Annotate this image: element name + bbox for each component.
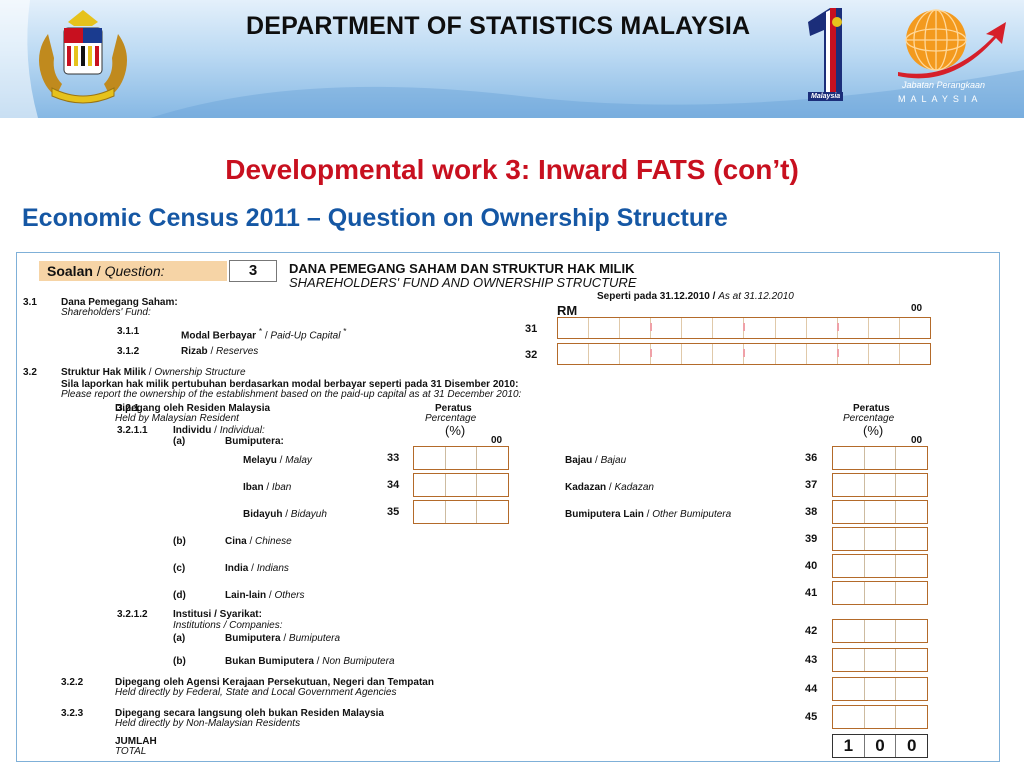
item-3-2-3-number: 3.2.3 (61, 708, 84, 719)
coat-of-arms-icon (39, 10, 127, 104)
code-36: 36 (805, 452, 818, 464)
question-label: Question: (104, 263, 165, 279)
soalan-label: Soalan (47, 263, 93, 279)
government-pct-input[interactable] (832, 677, 928, 701)
code-45: 45 (805, 711, 818, 723)
pct-decimal-left: 00 (491, 435, 503, 446)
iban-label: Iban / Iban (243, 482, 292, 493)
item-3-2-1-2-number: 3.2.1.2 (117, 609, 148, 620)
bajau-pct-input[interactable] (832, 446, 928, 470)
other-bumiputera-pct-input[interactable] (832, 500, 928, 524)
chinese-pct-input[interactable] (832, 527, 928, 551)
option-a-marker: (a) (173, 436, 186, 447)
pct-sign-right: (%) (863, 423, 884, 438)
rm-cents-label: 00 (911, 303, 923, 314)
item-3-2-1-1-number: 3.2.1.1 (117, 425, 148, 436)
code-40: 40 (805, 560, 818, 572)
pct-decimal-right: 00 (911, 435, 923, 446)
code-38: 38 (805, 506, 818, 518)
iban-pct-input[interactable] (413, 473, 509, 497)
others-label: Lain-lain / Others (225, 590, 305, 601)
item-3-2-label: Struktur Hak Milik / Ownership Structure (61, 367, 246, 378)
kadazan-label: Kadazan / Kadazan (565, 482, 654, 493)
instruction-en: Please report the ownership of the estab… (61, 389, 522, 400)
item-3-1-1-label: Modal Berbayar * / Paid-Up Capital * (181, 326, 347, 342)
item-3-2-1-label-en: Held by Malaysian Resident (115, 413, 239, 424)
code-41: 41 (805, 587, 818, 599)
melayu-label: Melayu / Malay (243, 455, 312, 466)
non-resident-pct-input[interactable] (832, 705, 928, 729)
item-3-1-2-label: Rizab / Reserves (181, 346, 259, 357)
inst-option-a-marker: (a) (173, 633, 186, 644)
item-3-2-number: 3.2 (23, 367, 37, 378)
option-d-marker: (d) (173, 590, 186, 601)
item-3-2-3-label-en: Held directly by Non-Malaysian Residents (115, 718, 301, 729)
bumiputera-heading: Bumiputera: (225, 436, 284, 447)
code-31: 31 (525, 323, 538, 335)
dept-name-line2: MALAYSIA (898, 94, 983, 104)
dept-name-line1: Jabatan Perangkaan (902, 80, 986, 90)
as-at-label: Seperti pada 31.12.2010 / As at 31.12.20… (597, 291, 794, 302)
total-digit: 0 (865, 735, 897, 757)
rm-label: RM (557, 303, 578, 318)
total-digit: 1 (833, 735, 865, 757)
inst-bumiputera-pct-input[interactable] (832, 619, 928, 643)
total-label-en: TOTAL (115, 746, 147, 757)
other-bumiputera-label: Bumiputera Lain / Other Bumiputera (565, 509, 732, 520)
item-3-2-1-2-label-en: Institutions / Companies: (173, 620, 283, 631)
total-digit: 0 (906, 736, 917, 755)
inst-bumiputera-label: Bumiputera / Bumiputera (225, 633, 341, 644)
option-c-marker: (c) (173, 563, 186, 574)
total-pct-box: 1 0 0 (832, 734, 928, 758)
item-3-1-1-number: 3.1.1 (117, 326, 140, 337)
item-3-1-label-en: Shareholders' Fund: (61, 307, 151, 318)
inst-non-bumiputera-label: Bukan Bumiputera / Non Bumiputera (225, 656, 395, 667)
pct-sign-left: (%) (445, 423, 466, 438)
questionnaire-form: Soalan / Question: 3 DANA PEMEGANG SAHAM… (16, 252, 1000, 762)
code-32: 32 (525, 349, 538, 361)
item-3-1-number: 3.1 (23, 297, 37, 308)
code-35: 35 (387, 506, 400, 518)
bidayuh-label: Bidayuh / Bidayuh (243, 509, 327, 520)
bajau-label: Bajau / Bajau (565, 455, 627, 466)
slide-subtitle: Economic Census 2011 – Question on Owner… (22, 204, 728, 232)
inst-non-bumiputera-pct-input[interactable] (832, 648, 928, 672)
item-3-1-2-number: 3.1.2 (117, 346, 140, 357)
indians-pct-input[interactable] (832, 554, 928, 578)
paid-up-capital-input[interactable] (557, 317, 931, 339)
slide-title: Developmental work 3: Inward FATS (con’t… (225, 154, 799, 185)
bidayuh-pct-input[interactable] (413, 500, 509, 524)
code-44: 44 (805, 683, 818, 695)
code-42: 42 (805, 625, 818, 637)
1malaysia-tag: Malaysia (808, 92, 844, 101)
item-3-2-1-1-label: Individu / Individual: (173, 425, 265, 436)
question-number: 3 (229, 260, 277, 282)
item-3-2-2-label-en: Held directly by Federal, State and Loca… (115, 687, 397, 698)
code-33: 33 (387, 452, 400, 464)
code-43: 43 (805, 654, 818, 666)
inst-option-b-marker: (b) (173, 656, 186, 667)
kadazan-pct-input[interactable] (832, 473, 928, 497)
chinese-label: Cina / Chinese (225, 536, 292, 547)
section-header-bm: DANA PEMEGANG SAHAM DAN STRUKTUR HAK MIL… (289, 261, 635, 276)
reserves-input[interactable] (557, 343, 931, 365)
others-pct-input[interactable] (832, 581, 928, 605)
banner-title: DEPARTMENT OF STATISTICS MALAYSIA (246, 12, 751, 40)
option-b-marker: (b) (173, 536, 186, 547)
dosm-globe-logo-icon (898, 9, 1006, 79)
code-34: 34 (387, 479, 400, 491)
section-header-en: SHAREHOLDERS' FUND AND OWNERSHIP STRUCTU… (289, 275, 637, 290)
question-label-box: Soalan / Question: (39, 261, 227, 281)
item-3-2-1-2-label-bm: Institusi / Syarikat: (173, 609, 262, 620)
code-39: 39 (805, 533, 818, 545)
item-3-2-2-number: 3.2.2 (61, 677, 84, 688)
melayu-pct-input[interactable] (413, 446, 509, 470)
indians-label: India / Indians (225, 563, 289, 574)
header-banner: DEPARTMENT OF STATISTICS MALAYSIA Malays… (0, 0, 1024, 118)
code-37: 37 (805, 479, 818, 491)
